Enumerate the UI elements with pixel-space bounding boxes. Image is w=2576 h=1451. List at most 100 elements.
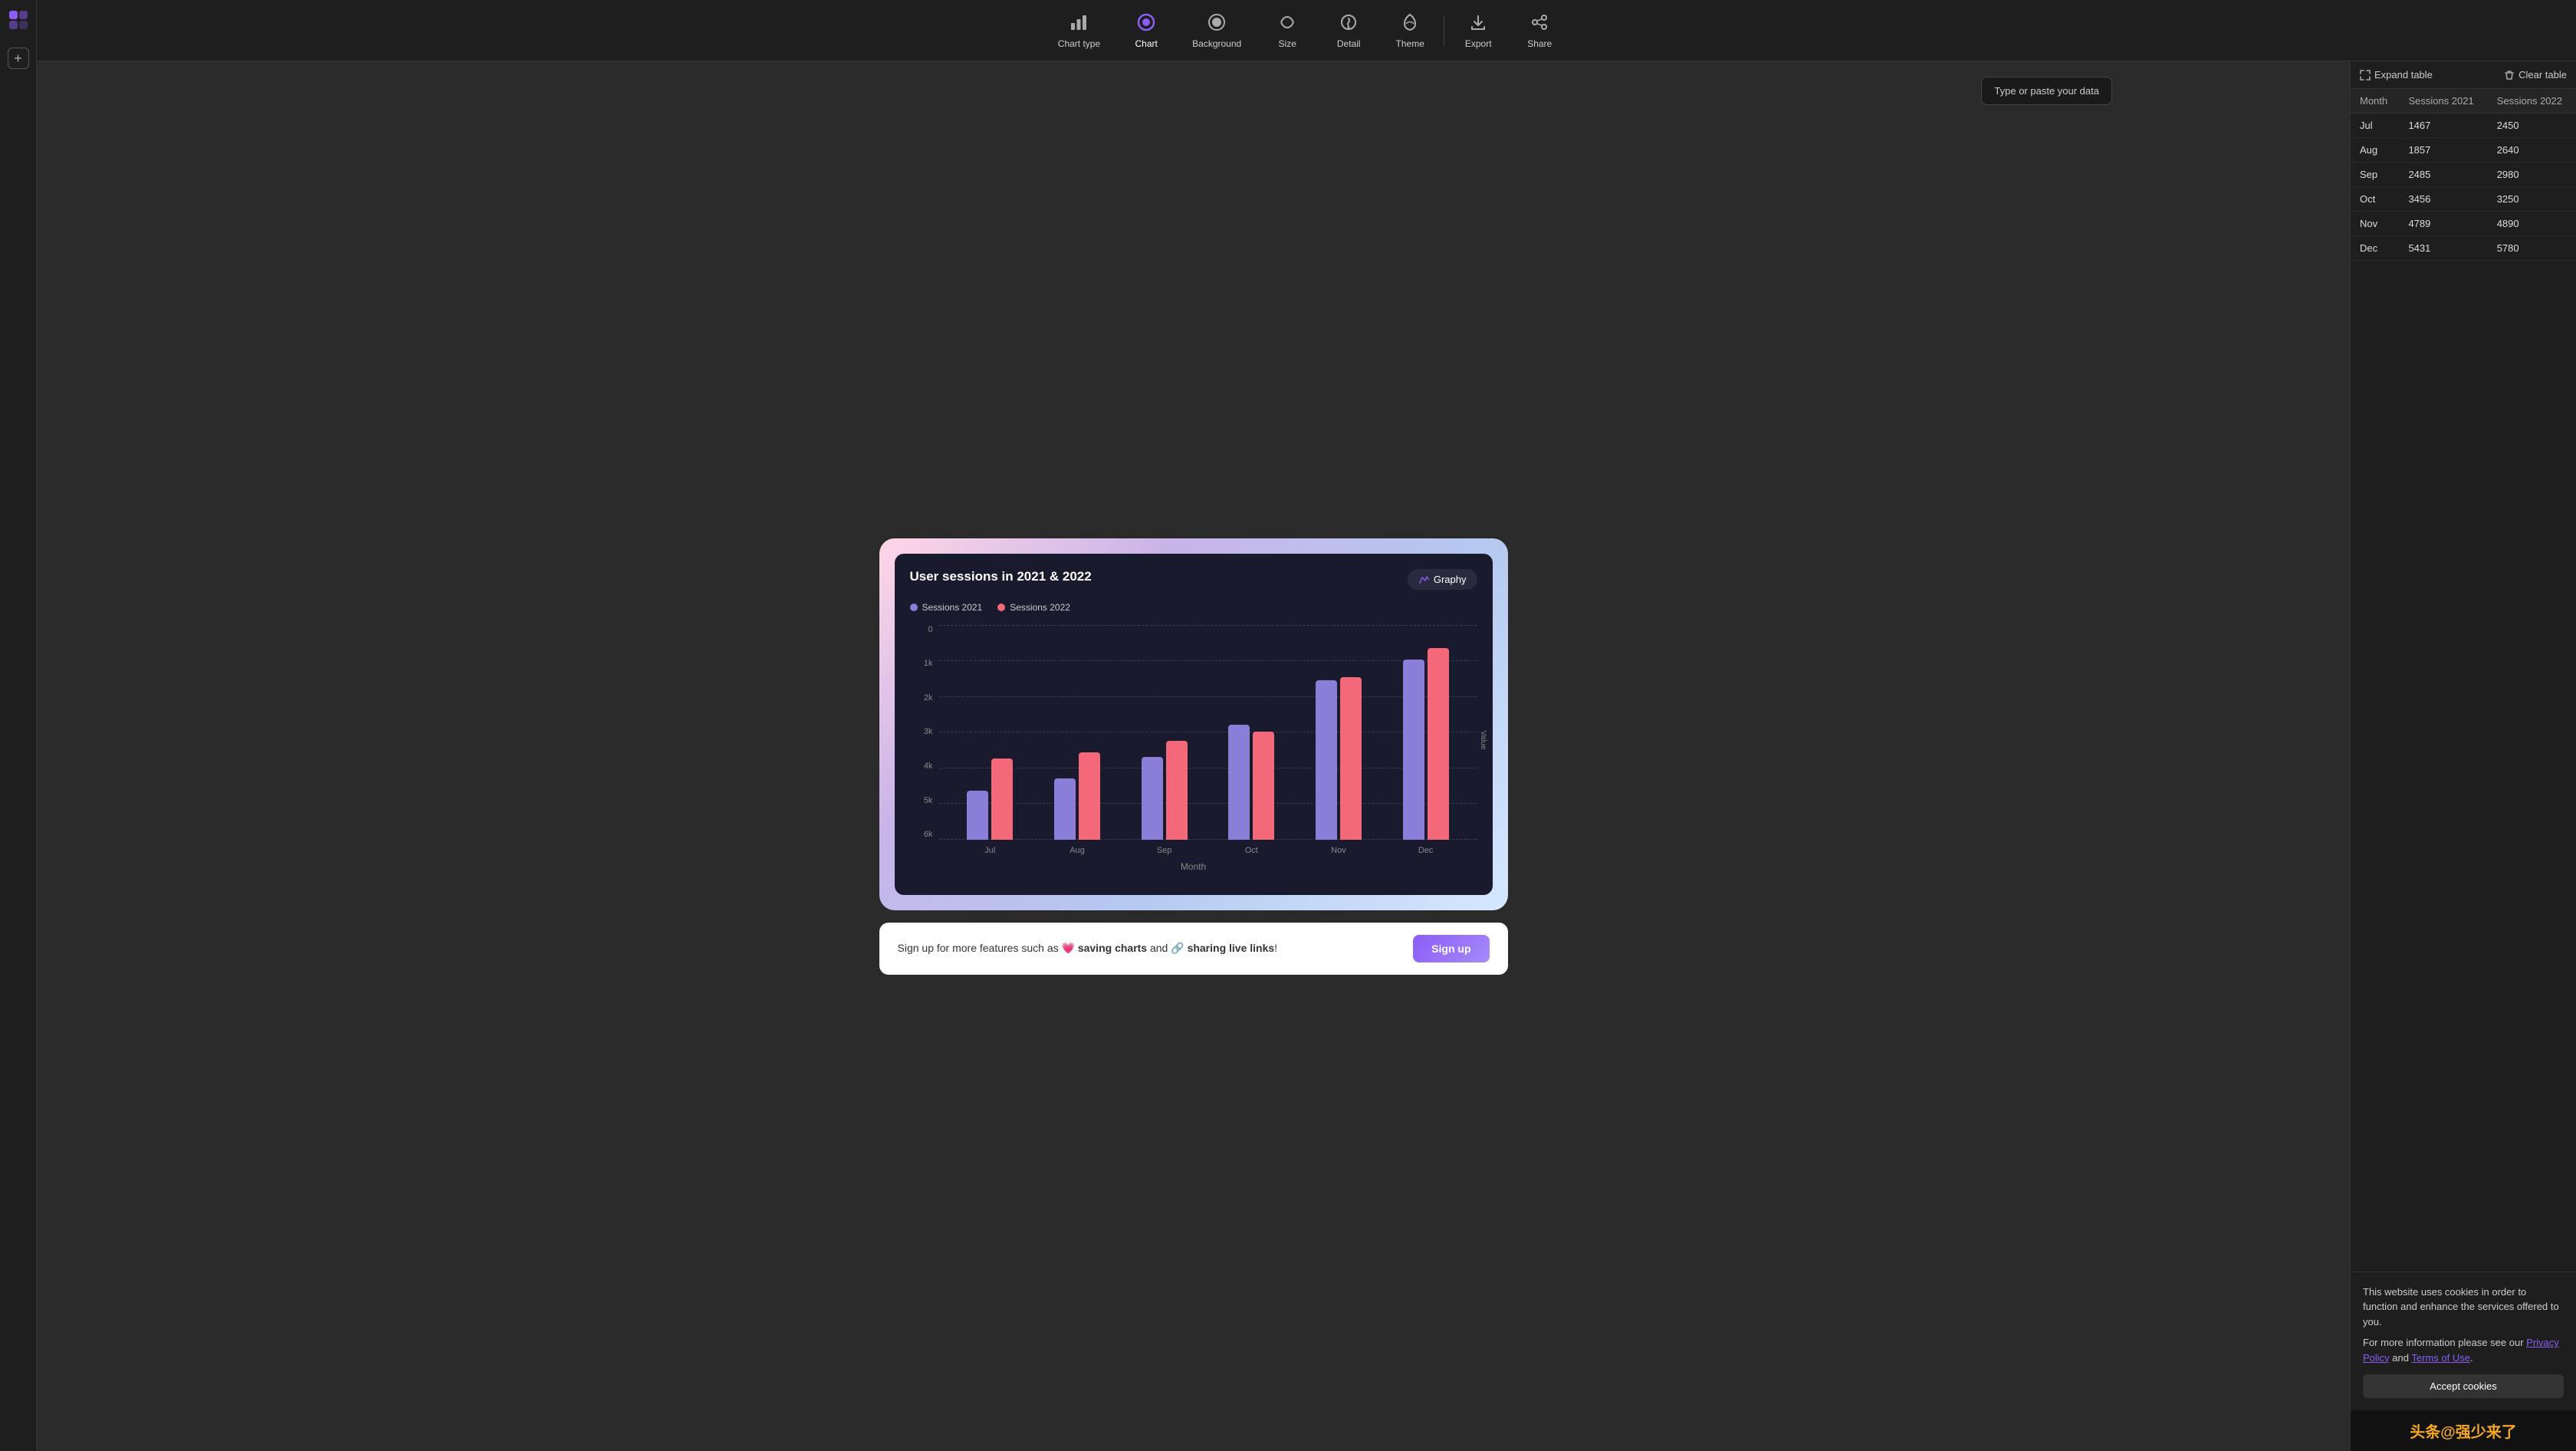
toolbar-chart[interactable]: Chart: [1116, 6, 1177, 55]
chart-type-icon: [1069, 12, 1089, 35]
table-cell: 2980: [2488, 163, 2576, 187]
expand-table-label: Expand table: [2374, 69, 2433, 81]
legend-label-2021: Sessions 2021: [922, 602, 983, 613]
x-label-sep: Sep: [1142, 846, 1188, 855]
toolbar-chart-label: Chart: [1135, 38, 1157, 49]
table-row[interactable]: Jul14672450: [2351, 114, 2576, 138]
table-cell: 3250: [2488, 187, 2576, 212]
table-row[interactable]: Nov47894890: [2351, 212, 2576, 236]
bars-container: [939, 625, 1477, 840]
detail-icon: [1339, 12, 1359, 35]
x-label-nov: Nov: [1316, 846, 1362, 855]
export-icon: [1468, 12, 1488, 35]
signup-button[interactable]: Sign up: [1413, 935, 1489, 962]
table-cell: 4890: [2488, 212, 2576, 236]
terms-link[interactable]: Terms of Use: [2411, 1352, 2470, 1364]
y-label-0: 0: [910, 625, 933, 634]
col-month: Month: [2351, 89, 2399, 114]
accept-cookies-button[interactable]: Accept cookies: [2363, 1374, 2564, 1398]
bar-2022-dec: [1428, 648, 1449, 840]
bar-group-sep: [1142, 741, 1188, 840]
data-hint[interactable]: Type or paste your data: [1981, 77, 2112, 105]
table-cell: 5431: [2399, 236, 2487, 261]
legend-sessions-2022: Sessions 2022: [997, 602, 1070, 613]
graphy-badge: Graphy: [1408, 569, 1477, 590]
toolbar-share[interactable]: Share: [1509, 6, 1570, 55]
table-cell: Aug: [2351, 138, 2399, 163]
toolbar-size[interactable]: Size: [1257, 6, 1318, 55]
y-axis-title: Value: [1479, 730, 1487, 749]
toolbar: Chart type Chart Background: [37, 0, 2576, 61]
toolbar-background-label: Background: [1192, 38, 1241, 49]
toolbar-detail[interactable]: Detail: [1318, 6, 1379, 55]
bar-2021-sep: [1142, 757, 1163, 840]
expand-table-button[interactable]: Expand table: [2360, 69, 2433, 81]
bar-2022-aug: [1079, 752, 1100, 840]
graphy-badge-label: Graphy: [1434, 574, 1467, 585]
legend-dot-pink: [997, 604, 1005, 611]
toolbar-background[interactable]: Background: [1177, 6, 1257, 55]
bar-2021-oct: [1228, 725, 1250, 840]
table-cell: 5780: [2488, 236, 2576, 261]
share-icon: [1530, 12, 1549, 35]
chart-title: User sessions in 2021 & 2022: [910, 569, 1092, 584]
table-cell: 4789: [2399, 212, 2487, 236]
cookie-text-2: For more information please see our Priv…: [2363, 1335, 2564, 1365]
clear-table-button[interactable]: Clear table: [2504, 69, 2567, 81]
table-cell: Dec: [2351, 236, 2399, 261]
table-row[interactable]: Sep24852980: [2351, 163, 2576, 187]
clear-table-label: Clear table: [2518, 69, 2567, 81]
legend-dot-blue: [910, 604, 918, 611]
theme-icon: [1400, 12, 1420, 35]
col-sessions-2022: Sessions 2022: [2488, 89, 2576, 114]
y-label-4k: 4k: [910, 762, 933, 771]
bar-2022-oct: [1253, 732, 1274, 840]
x-label-oct: Oct: [1228, 846, 1274, 855]
bar-2021-nov: [1316, 680, 1337, 840]
x-label-jul: Jul: [967, 846, 1013, 855]
size-icon: [1277, 12, 1297, 35]
table-row[interactable]: Dec54315780: [2351, 236, 2576, 261]
y-label-3k: 3k: [910, 727, 933, 736]
main-area: Chart type Chart Background: [37, 0, 2576, 1451]
toolbar-theme[interactable]: Theme: [1379, 6, 1441, 55]
cookie-text-1: This website uses cookies in order to fu…: [2363, 1285, 2564, 1330]
bar-2022-nov: [1340, 677, 1362, 840]
toolbar-detail-label: Detail: [1337, 38, 1361, 49]
bar-group-oct: [1228, 725, 1274, 840]
y-label-5k: 5k: [910, 796, 933, 805]
content: Type or paste your data User sessions in…: [37, 61, 2576, 1451]
table-cell: Oct: [2351, 187, 2399, 212]
bar-group-nov: [1316, 677, 1362, 840]
bar-group-jul: [967, 758, 1013, 840]
toolbar-export-label: Export: [1465, 38, 1492, 49]
x-labels: JulAugSepOctNovDec: [939, 846, 1477, 855]
table-row[interactable]: Oct34563250: [2351, 187, 2576, 212]
table-cell: Jul: [2351, 114, 2399, 138]
toolbar-chart-type[interactable]: Chart type: [1043, 6, 1116, 55]
sidebar: +: [0, 0, 37, 1451]
bar-2022-sep: [1166, 741, 1188, 840]
chart-legend: Sessions 2021 Sessions 2022: [910, 602, 1477, 613]
table-row[interactable]: Aug18572640: [2351, 138, 2576, 163]
col-sessions-2021: Sessions 2021: [2399, 89, 2487, 114]
bar-group-aug: [1054, 752, 1100, 840]
bar-2022-jul: [991, 758, 1013, 840]
table-cell: 2640: [2488, 138, 2576, 163]
watermark: 头条@强少来了: [2351, 1410, 2576, 1451]
bar-group-dec: [1403, 648, 1449, 840]
chart-icon: [1136, 12, 1156, 35]
toolbar-export[interactable]: Export: [1447, 6, 1509, 55]
app-logo: [8, 9, 29, 35]
table-cell: 2450: [2488, 114, 2576, 138]
y-label-2k: 2k: [910, 693, 933, 702]
toolbar-share-label: Share: [1527, 38, 1552, 49]
right-panel: Expand table Clear table Month Sessions …: [2350, 61, 2576, 1451]
panel-toolbar: Expand table Clear table: [2351, 61, 2576, 89]
y-axis: 6k 5k 4k 3k 2k 1k 0: [910, 625, 933, 855]
toolbar-size-label: Size: [1279, 38, 1296, 49]
add-button[interactable]: +: [8, 48, 29, 69]
signup-text: Sign up for more features such as 💗 savi…: [898, 942, 1278, 955]
table-cell: 3456: [2399, 187, 2487, 212]
table-cell: Sep: [2351, 163, 2399, 187]
